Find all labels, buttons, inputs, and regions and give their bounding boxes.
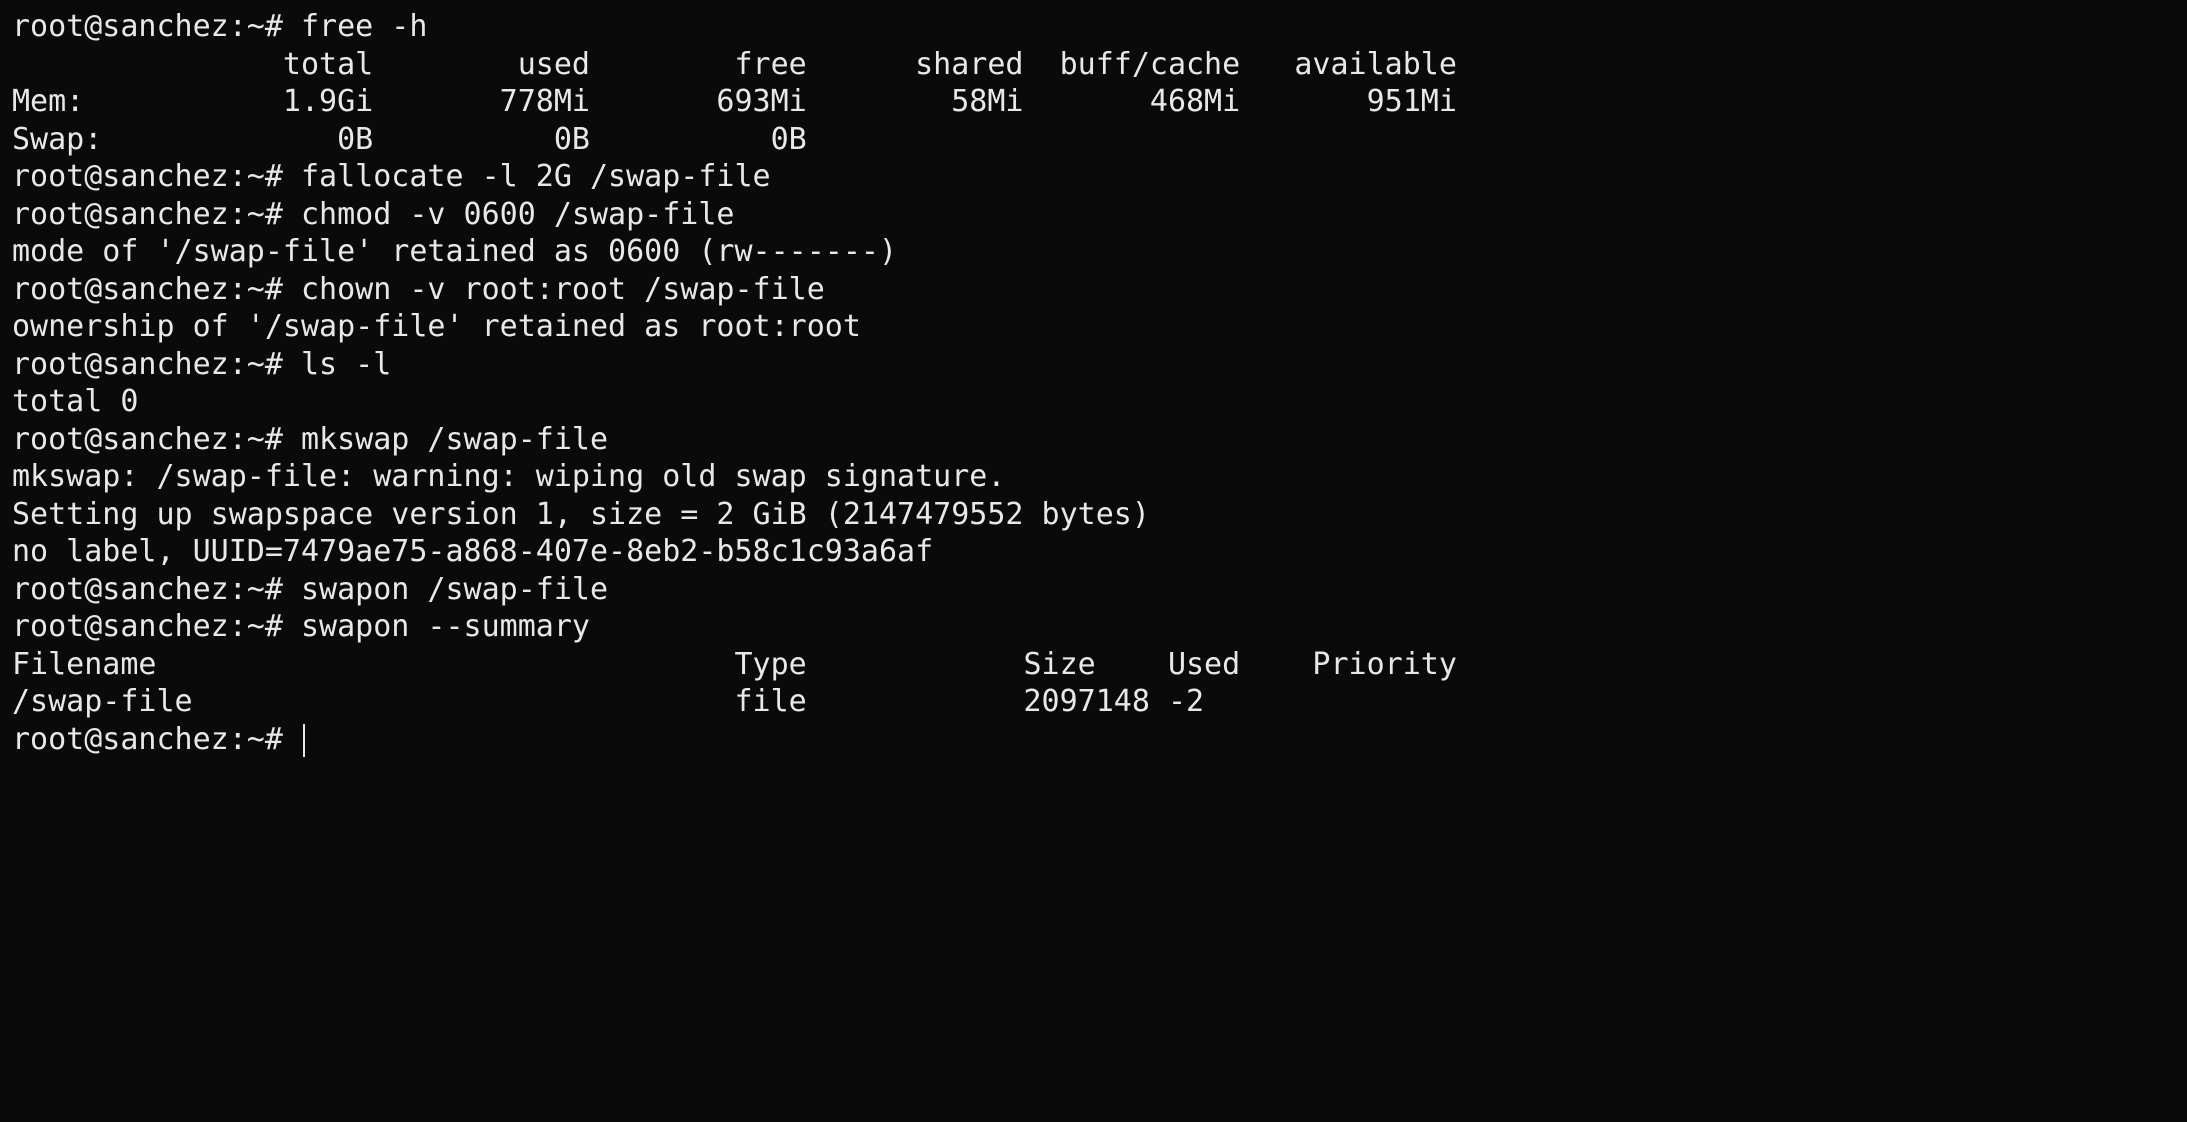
terminal-output[interactable]: root@sanchez:~# free -h total used free … [0,0,2187,766]
swapon-summary-row: /swap-file file 2097148 -2 [12,684,1204,719]
chmod-output: mode of '/swap-file' retained as 0600 (r… [12,234,897,269]
command-chmod: chmod -v 0600 /swap-file [301,197,734,232]
prompt: root@sanchez:~# [12,9,301,44]
prompt: root@sanchez:~# [12,609,301,644]
chown-output: ownership of '/swap-file' retained as ro… [12,309,861,344]
command-fallocate: fallocate -l 2G /swap-file [301,159,771,194]
swapon-summary-header: Filename Type Size Used Priority [12,647,1457,682]
command-chown: chown -v root:root /swap-file [301,272,825,307]
mkswap-output-line1: mkswap: /swap-file: warning: wiping old … [12,459,1005,494]
command-free: free -h [301,9,427,44]
free-mem-row: Mem: 1.9Gi 778Mi 693Mi 58Mi 468Mi 951Mi [12,84,1457,119]
free-swap-row: Swap: 0B 0B 0B [12,122,807,157]
ls-output: total 0 [12,384,138,419]
cursor[interactable] [303,724,305,757]
mkswap-output-line3: no label, UUID=7479ae75-a868-407e-8eb2-b… [12,534,933,569]
command-swapon-summary: swapon --summary [301,609,590,644]
free-header: total used free shared buff/cache availa… [12,47,1457,82]
prompt: root@sanchez:~# [12,422,301,457]
prompt: root@sanchez:~# [12,272,301,307]
command-mkswap: mkswap /swap-file [301,422,608,457]
mkswap-output-line2: Setting up swapspace version 1, size = 2… [12,497,1150,532]
command-swapon: swapon /swap-file [301,572,608,607]
prompt: root@sanchez:~# [12,159,301,194]
prompt: root@sanchez:~# [12,347,301,382]
prompt: root@sanchez:~# [12,572,301,607]
command-ls: ls -l [301,347,391,382]
prompt: root@sanchez:~# [12,197,301,232]
prompt: root@sanchez:~# [12,722,301,757]
